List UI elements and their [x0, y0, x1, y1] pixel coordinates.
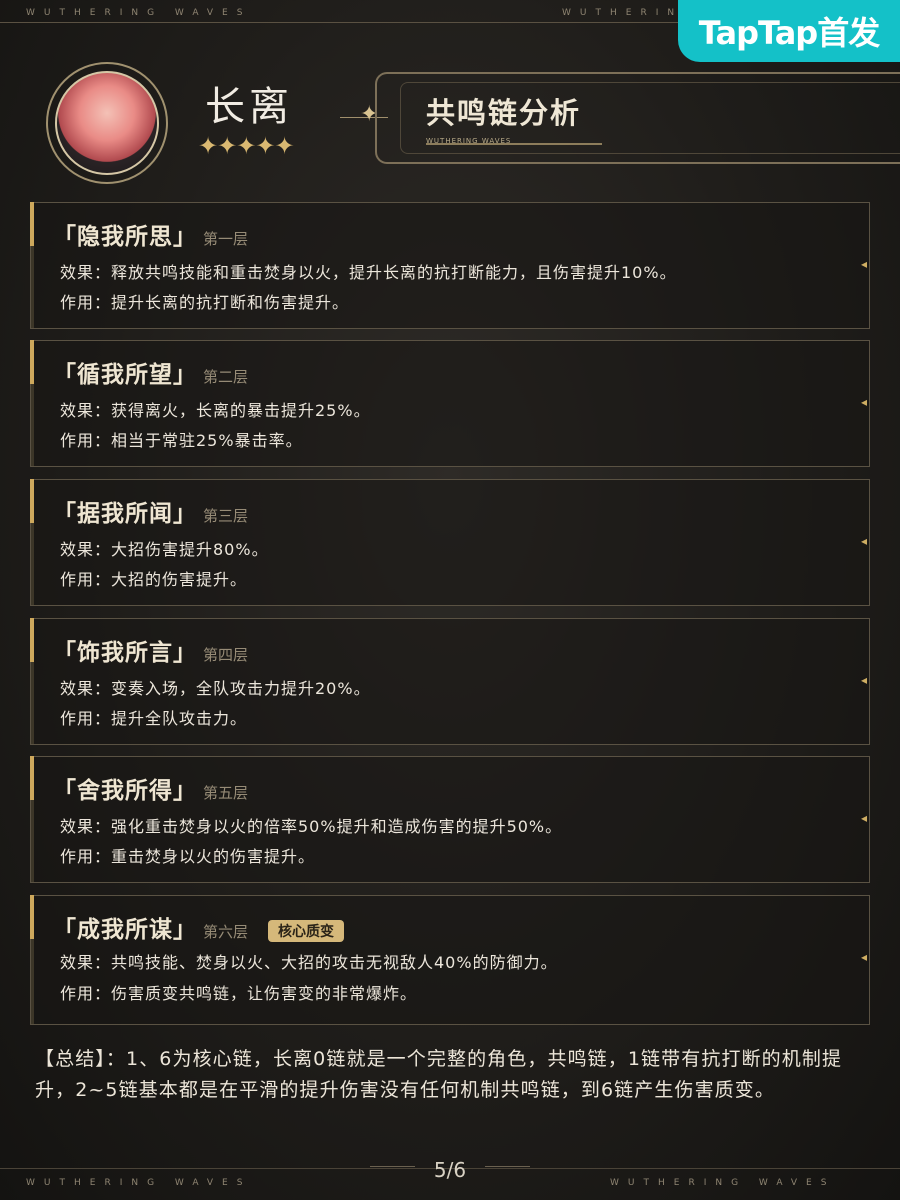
character-portrait-icon — [55, 71, 159, 175]
chain-header: 「饰我所言」 第四层 — [53, 633, 248, 667]
chain-card-1: 「隐我所思」 第一层 效果：释放共鸣技能和重击焚身以火，提升长离的抗打断能力，且… — [30, 202, 870, 329]
chain-card-3: 「据我所闻」 第三层 效果：大招伤害提升80%。 作用：大招的伤害提升。 ◂ — [30, 479, 870, 606]
card-accent — [30, 340, 34, 384]
avatar-frame — [46, 62, 168, 184]
chain-role: 作用：重击焚身以火的伤害提升。 — [60, 847, 316, 866]
card-accent — [30, 618, 34, 662]
chain-effect: 效果：大招伤害提升80%。 — [60, 540, 269, 559]
chain-header: 「循我所望」 第二层 — [53, 355, 248, 389]
chain-role: 作用：大招的伤害提升。 — [60, 570, 248, 589]
brand-watermark-bottom-left: WUTHERING WAVES — [26, 1178, 252, 1188]
chain-card-2: 「循我所望」 第二层 效果：获得离火，长离的暴击提升25%。 作用：相当于常驻2… — [30, 340, 870, 467]
chain-effect: 效果：变奏入场，全队攻击力提升20%。 — [60, 679, 371, 698]
summary-text: 【总结】：1、6为核心链，长离0链就是一个完整的角色，共鸣链，1链带有抗打断的机… — [35, 1048, 843, 1101]
card-accent — [30, 202, 34, 246]
brand-watermark-bottom-right: WUTHERING WAVES — [610, 1178, 836, 1188]
brand-watermark-top-left: WUTHERING WAVES — [26, 8, 252, 18]
chain-header: 「舍我所得」 第五层 — [53, 771, 248, 805]
chain-level: 第三层 — [203, 507, 249, 525]
chain-role: 作用：提升长离的抗打断和伤害提升。 — [60, 293, 350, 312]
section-title: 共鸣链分析 — [426, 96, 582, 130]
card-accent — [30, 479, 34, 523]
chain-title: 「饰我所言」 — [53, 640, 197, 666]
arrow-left-icon: ◂ — [860, 673, 867, 687]
chain-title: 「隐我所思」 — [53, 224, 197, 250]
taptap-badge: TapTap首发 — [678, 0, 900, 62]
top-divider — [0, 22, 680, 23]
chain-header: 「隐我所思」 第一层 — [53, 217, 248, 251]
chain-title: 「循我所望」 — [53, 362, 197, 388]
chain-card-6: 「成我所谋」 第六层 核心质变 效果：共鸣技能、焚身以火、大招的攻击无视敌人40… — [30, 895, 870, 1025]
section-title-underline — [426, 143, 602, 145]
chain-role: 作用：伤害质变共鸣链，让伤害变的非常爆炸。 — [60, 984, 418, 1003]
chain-effect: 效果：共鸣技能、焚身以火、大招的攻击无视敌人40%的防御力。 — [60, 953, 558, 972]
chain-title: 「舍我所得」 — [53, 778, 197, 804]
arrow-left-icon: ◂ — [860, 257, 867, 271]
chain-level: 第五层 — [203, 784, 249, 802]
chain-role: 作用：提升全队攻击力。 — [60, 709, 248, 728]
chain-header: 「据我所闻」 第三层 — [53, 494, 248, 528]
chain-effect: 效果：获得离火，长离的暴击提升25%。 — [60, 401, 371, 420]
chain-header: 「成我所谋」 第六层 核心质变 — [53, 910, 345, 944]
arrow-left-icon: ◂ — [860, 395, 867, 409]
star-rating: ✦✦✦✦✦ — [198, 132, 295, 160]
arrow-left-icon: ◂ — [860, 534, 867, 548]
card-accent — [30, 895, 34, 939]
chain-title: 「成我所谋」 — [53, 917, 197, 943]
arrow-left-icon: ◂ — [860, 811, 867, 825]
chain-level: 第二层 — [203, 368, 249, 386]
chain-card-5: 「舍我所得」 第五层 效果：强化重击焚身以火的倍率50%提升和造成伤害的提升50… — [30, 756, 870, 883]
core-badge: 核心质变 — [268, 920, 345, 942]
arrow-left-icon: ◂ — [860, 950, 867, 964]
chain-card-4: 「饰我所言」 第四层 效果：变奏入场，全队攻击力提升20%。 作用：提升全队攻击… — [30, 618, 870, 745]
card-accent — [30, 756, 34, 800]
character-name: 长离 — [205, 84, 293, 130]
chain-effect: 效果：强化重击焚身以火的倍率50%提升和造成伤害的提升50%。 — [60, 817, 563, 836]
chain-effect: 效果：释放共鸣技能和重击焚身以火，提升长离的抗打断能力，且伤害提升10%。 — [60, 263, 677, 282]
chain-role: 作用：相当于常驻25%暴击率。 — [60, 431, 303, 450]
chain-level: 第四层 — [203, 646, 249, 664]
chain-title: 「据我所闻」 — [53, 501, 197, 527]
chain-level: 第六层 — [203, 923, 249, 941]
chain-level: 第一层 — [203, 230, 249, 248]
